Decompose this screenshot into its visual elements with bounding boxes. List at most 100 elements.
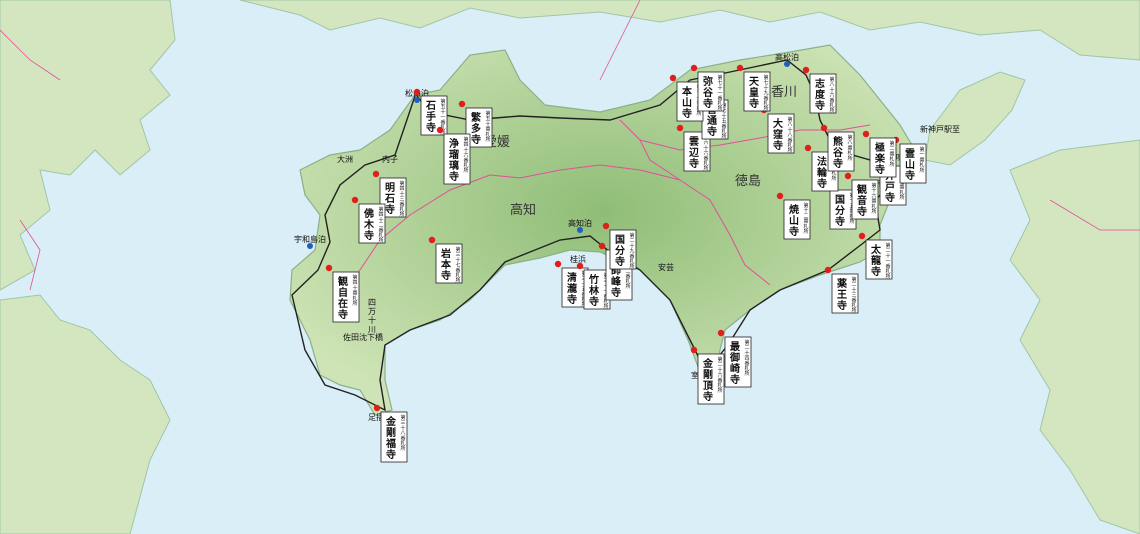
temple-name-char: 極 xyxy=(875,141,885,154)
temple-dot xyxy=(736,64,744,72)
temple-name-char: 金 xyxy=(702,357,714,370)
temple-name-char: 在 xyxy=(338,297,348,310)
place-label: 内子 xyxy=(382,154,398,164)
temple-name-char: 霊 xyxy=(905,148,915,160)
temple-name: 法輪寺 xyxy=(817,155,828,190)
temple-number: 第十二番札所 xyxy=(803,202,808,235)
temple-name-char: 天 xyxy=(749,76,760,88)
place-label: 高松泊 xyxy=(775,52,799,62)
temple-name: 石手寺 xyxy=(425,100,436,134)
temple-number-char: 所 xyxy=(829,107,834,114)
temple-name: 明石寺 xyxy=(384,182,395,216)
temple-dot xyxy=(598,242,606,250)
temple-name-char: 寺 xyxy=(385,203,395,216)
temple-number-char: 所 xyxy=(899,194,904,201)
temple-name-char: 瀧 xyxy=(567,282,577,295)
temple-name-char: 最 xyxy=(730,341,741,353)
temple-name-char: 寺 xyxy=(471,133,481,146)
temple-name-char: 通 xyxy=(707,115,717,127)
temple-name: 薬王寺 xyxy=(836,277,848,312)
temple-name-char: 皇 xyxy=(749,86,759,99)
temple-dot xyxy=(669,74,677,82)
temple-name-char: 多 xyxy=(471,122,481,135)
temple-number: 第二十六番札所 xyxy=(717,356,722,394)
temple-dot xyxy=(858,232,866,240)
temple-name-char: 大 xyxy=(773,117,783,130)
temple-number-char: 所 xyxy=(703,165,708,172)
temple-name: 観音寺 xyxy=(857,183,867,218)
temple-name-char: 度 xyxy=(815,88,826,101)
temple-name-char: 本 xyxy=(682,85,693,98)
temple-name-char: 佛 xyxy=(363,207,374,220)
region-label: 徳島 xyxy=(735,174,761,189)
temple-dot xyxy=(428,236,436,244)
temple-name-char: 国 xyxy=(835,194,845,206)
temple-name-char: 輪 xyxy=(817,166,828,179)
sea xyxy=(0,0,1140,534)
temple-name-char: 熊 xyxy=(833,135,843,148)
temple-number: 第四十番札所 xyxy=(352,274,357,307)
temple-name-char: 頂 xyxy=(703,380,714,392)
temple-dot xyxy=(676,124,684,132)
temple-number: 第八十六番札所 xyxy=(829,76,834,114)
temple-name: 国分寺 xyxy=(835,194,845,228)
temple-name: 大窪寺 xyxy=(773,117,783,152)
temple-dot xyxy=(372,170,380,178)
temple-name-char: 寺 xyxy=(773,139,783,152)
temple-name-char: 分 xyxy=(835,204,845,217)
temple-dot xyxy=(776,192,784,200)
place-label-char: 十 xyxy=(368,315,376,325)
temple-dot xyxy=(576,262,584,270)
temple-name-char: 剛 xyxy=(703,368,713,381)
place-label: 高知泊 xyxy=(568,218,592,228)
temple-name-char: 国 xyxy=(615,234,625,246)
temple-name-char: 龍 xyxy=(871,254,881,267)
temple-name: 弥谷寺 xyxy=(703,75,714,110)
temple-name-char: 寺 xyxy=(615,255,625,268)
temple-name-char: 分 xyxy=(615,244,625,257)
temple-number: 第二十九番札所 xyxy=(629,232,634,270)
temple-number-char: 所 xyxy=(485,136,490,143)
temple-name: 熊谷寺 xyxy=(833,135,844,170)
temple-name-char: 寺 xyxy=(338,308,348,321)
temple-number: 第八十八番札所 xyxy=(787,116,792,154)
temple-name: 霊山寺 xyxy=(905,148,915,182)
temple-name-char: 瑠 xyxy=(449,148,459,161)
temple-name-char: 石 xyxy=(384,193,395,205)
temple-name-char: 崎 xyxy=(730,362,740,375)
temple-dot xyxy=(554,260,562,268)
temple-name-char: 岩 xyxy=(440,247,451,260)
temple-name: 金剛頂寺 xyxy=(702,357,714,403)
temple-number-char: 所 xyxy=(744,370,749,377)
temple-name-char: 寺 xyxy=(749,97,759,110)
temple-dot xyxy=(717,329,725,337)
temple-dot xyxy=(602,222,610,230)
temple-number-char: 所 xyxy=(400,445,405,452)
temple-name-char: 山 xyxy=(789,214,799,227)
temple-name: 金剛福寺 xyxy=(385,415,397,461)
temple-number-char: 所 xyxy=(717,105,722,112)
temple-number-char: 所 xyxy=(803,228,808,235)
temple-name-char: 剛 xyxy=(386,426,396,439)
place-label-char: 川 xyxy=(368,325,376,334)
temple-number-char: 所 xyxy=(851,307,856,314)
temple-name-char: 谷 xyxy=(703,86,714,99)
temple-name: 極楽寺 xyxy=(874,141,886,176)
temple-name: 最御崎寺 xyxy=(729,341,741,386)
temple-name-char: 山 xyxy=(905,158,915,171)
temple-name-char: 林 xyxy=(589,284,600,297)
temple-name-char: 窪 xyxy=(773,128,783,141)
temple-name-char: 石 xyxy=(425,100,436,112)
temple-name-char: 繁 xyxy=(470,111,482,124)
temple-number-char: 所 xyxy=(603,303,608,310)
temple-name-char: 寺 xyxy=(441,269,451,282)
temple-dot xyxy=(690,64,698,72)
temple-name: 佛木寺 xyxy=(363,207,375,242)
temple-number: 第五十番札所 xyxy=(485,110,490,143)
temple-name-char: 焼 xyxy=(789,203,799,216)
temple-name: 焼山寺 xyxy=(789,203,799,238)
temple-name-char: 峰 xyxy=(611,275,622,288)
temple-number: 第三十七番札所 xyxy=(455,246,460,284)
temple-dot xyxy=(844,172,852,180)
temple-number: 第二十四番札所 xyxy=(744,339,749,377)
